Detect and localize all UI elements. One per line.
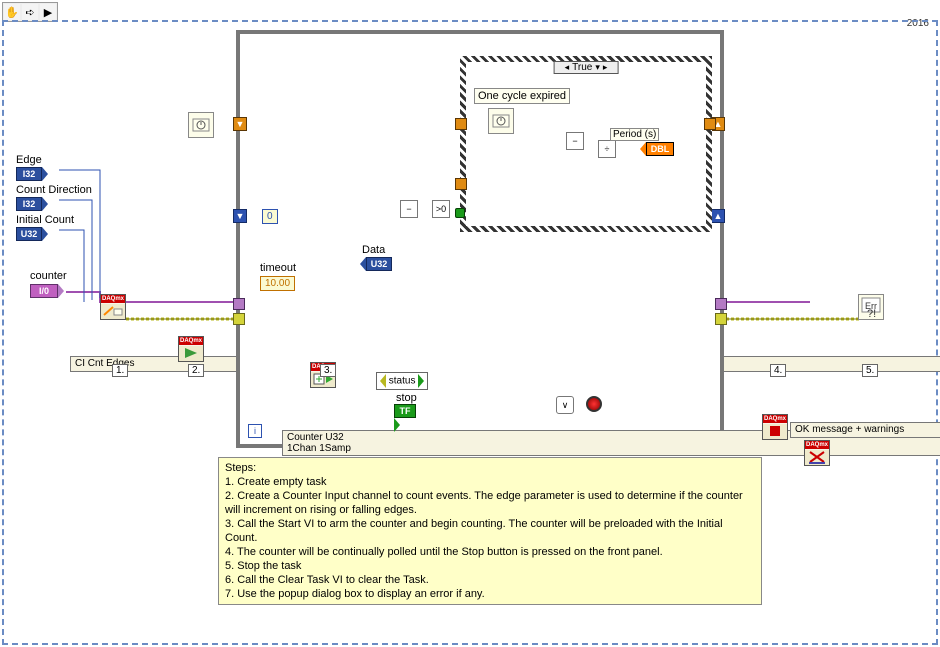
initial-count-label: Initial Count <box>16 214 74 226</box>
timeout-label: timeout <box>260 262 296 274</box>
bd-toolbar: ✋ ➪ ▶ <box>2 2 58 22</box>
poly-line1: Counter U32 <box>287 432 344 443</box>
daqmx-start-task[interactable]: DAQmx <box>178 336 204 362</box>
step-2-badge: 2. <box>188 364 204 377</box>
daqmx-banner: DAQmx <box>763 415 787 423</box>
case-value: True <box>572 62 592 73</box>
step-3-badge: 3. <box>320 364 336 377</box>
case-tunnel-ts-top <box>455 118 467 130</box>
step-5-badge: 5. <box>862 364 878 377</box>
u32-icon: U32 <box>16 227 42 241</box>
count-direction-label: Count Direction <box>16 184 92 196</box>
case-selector-terminal <box>455 208 465 218</box>
bool-out-icon <box>418 374 424 388</box>
zero-constant[interactable]: 0 <box>262 209 278 224</box>
daqmx-banner: DAQmx <box>805 441 829 449</box>
tick-count-initial-icon[interactable] <box>188 112 214 138</box>
steps-l2: 2. Create a Counter Input channel to cou… <box>225 489 755 517</box>
count-direction-control[interactable]: I32 <box>16 197 48 211</box>
stop-task-icon <box>763 423 787 439</box>
i32-icon: I32 <box>16 197 42 211</box>
run-tool-icon[interactable]: ▶ <box>40 4 56 20</box>
loop-tunnel-error-in <box>233 313 245 325</box>
steps-l5: 5. Stop the task <box>225 559 755 573</box>
status-item-label: status <box>389 376 416 387</box>
error-handler-selector[interactable]: OK message + warnings <box>790 422 940 438</box>
tf-icon: TF <box>394 404 416 418</box>
steps-l6: 6. Call the Clear Task VI to clear the T… <box>225 573 755 587</box>
terminal-icon <box>58 284 64 298</box>
steps-title: Steps: <box>225 461 755 475</box>
io-channel-icon: I/0 <box>30 284 58 298</box>
timeout-constant[interactable]: 10.00 <box>260 276 295 291</box>
create-channel-icon <box>101 303 125 319</box>
u32-icon: U32 <box>366 257 392 271</box>
steps-l4: 4. The counter will be continually polle… <box>225 545 755 559</box>
case-comment: One cycle expired <box>474 88 570 104</box>
dbl-icon: DBL <box>646 142 674 156</box>
loop-stop-terminal[interactable] <box>586 396 602 412</box>
subtract-ts-node[interactable]: − <box>566 132 584 150</box>
data-indicator[interactable]: U32 <box>360 257 392 271</box>
daqmx-stop-task[interactable]: DAQmx <box>762 414 788 440</box>
shift-register-right-count[interactable]: ▲ <box>711 209 725 223</box>
daqmx-banner: DAQmx <box>179 337 203 345</box>
case-selector[interactable]: ◂ True ▾ ▸ <box>554 61 619 74</box>
shift-register-left-count[interactable]: ▼ <box>233 209 247 223</box>
period-indicator[interactable]: DBL <box>640 142 674 156</box>
poly-line2: 1Chan 1Samp <box>287 443 351 454</box>
simple-error-handler[interactable]: Err?! <box>858 294 884 320</box>
steps-l1: 1. Create empty task <box>225 475 755 489</box>
loop-tunnel-error-out <box>715 313 727 325</box>
case-next2-icon[interactable]: ▸ <box>603 62 608 73</box>
clear-task-icon <box>805 449 829 465</box>
initial-count-control[interactable]: U32 <box>16 227 48 241</box>
svg-text:?!: ?! <box>867 308 876 319</box>
data-label: Data <box>362 244 385 256</box>
daqmx-create-channel[interactable]: DAQmx <box>100 294 126 320</box>
terminal-icon <box>42 227 48 241</box>
step-4-badge: 4. <box>770 364 786 377</box>
loop-iteration-terminal[interactable]: i <box>248 424 262 438</box>
case-tunnel-ts-out <box>704 118 716 130</box>
start-task-icon <box>179 345 203 361</box>
stop-label: stop <box>396 392 417 404</box>
terminal-icon <box>394 418 400 432</box>
tick-count-icon[interactable] <box>488 108 514 134</box>
subtract-node[interactable]: − <box>400 200 418 218</box>
case-structure[interactable]: ◂ True ▾ ▸ <box>460 56 712 232</box>
steps-comment: Steps: 1. Create empty task 2. Create a … <box>218 457 762 605</box>
daqmx-banner: DAQmx <box>101 295 125 303</box>
edge-label: Edge <box>16 154 42 166</box>
loop-tunnel-task-out <box>715 298 727 310</box>
step-1-badge: 1. <box>112 364 128 377</box>
case-next-icon[interactable]: ▾ <box>595 62 600 73</box>
arrow-tool-icon[interactable]: ➪ <box>22 4 38 20</box>
case-tunnel-ts-in <box>455 178 467 190</box>
cluster-in-icon <box>380 374 386 388</box>
or-gate[interactable]: ∨ <box>556 396 574 414</box>
terminal-icon <box>42 167 48 181</box>
divide-node[interactable]: ÷ <box>598 140 616 158</box>
pan-tool-icon[interactable]: ✋ <box>4 4 20 20</box>
edge-control[interactable]: I32 <box>16 167 48 181</box>
steps-l3: 3. Call the Start VI to arm the counter … <box>225 517 755 545</box>
stop-control[interactable]: TF <box>394 404 416 432</box>
unbundle-status[interactable]: status <box>376 372 428 390</box>
case-prev-icon[interactable]: ◂ <box>565 62 570 73</box>
i32-icon: I32 <box>16 167 42 181</box>
daqmx-clear-task[interactable]: DAQmx <box>804 440 830 466</box>
counter-control[interactable]: I/0 <box>30 284 64 298</box>
shift-register-left-ts[interactable]: ▼ <box>233 117 247 131</box>
counter-label: counter <box>30 270 67 282</box>
period-label: Period (s) <box>610 128 659 141</box>
greater-than-zero-node[interactable]: >0 <box>432 200 450 218</box>
steps-l7: 7. Use the popup dialog box to display a… <box>225 587 755 601</box>
terminal-icon <box>42 197 48 211</box>
loop-tunnel-task-in <box>233 298 245 310</box>
